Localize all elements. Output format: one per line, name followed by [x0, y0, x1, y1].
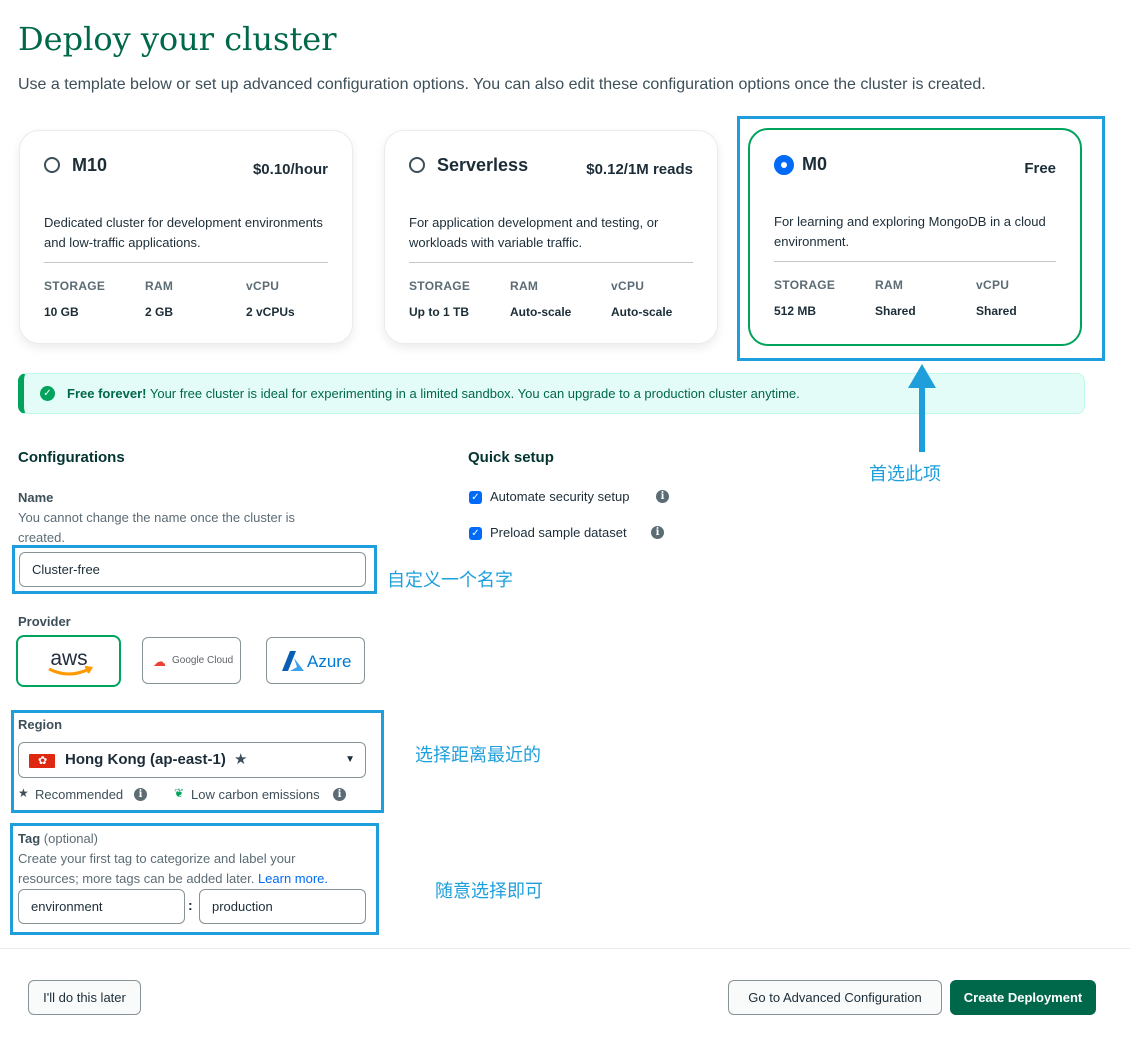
hong-kong-flag-icon: ✿	[29, 754, 55, 768]
arrow-up-icon	[908, 364, 936, 452]
svg-text:aws: aws	[50, 647, 87, 670]
card-price: $0.12/1M reads	[586, 161, 693, 178]
google-cloud-label: Google Cloud	[172, 655, 234, 666]
provider-azure-button[interactable]: Azure	[266, 637, 365, 684]
checkmark-icon: ✓	[40, 386, 55, 401]
name-help-text: You cannot change the name once the clus…	[18, 510, 296, 545]
checkbox-automate-security[interactable]: ✓	[469, 491, 482, 504]
spec-label: vCPU	[246, 279, 280, 293]
provider-label: Provider	[18, 614, 71, 629]
card-divider	[44, 262, 328, 263]
tier-card-serverless[interactable]: Serverless $0.12/1M reads For applicatio…	[384, 130, 718, 344]
region-value: Hong Kong (ap-east-1)	[65, 751, 226, 768]
spec-value: Up to 1 TB	[409, 305, 469, 319]
annotation-preferred: 首选此项	[869, 464, 941, 485]
spec-label: RAM	[145, 279, 174, 293]
radio-serverless[interactable]	[409, 157, 425, 173]
spec-value: 2 vCPUs	[246, 305, 295, 319]
google-cloud-logo-icon: ☁	[153, 654, 166, 669]
low-carbon-text: Low carbon emissions	[191, 787, 320, 802]
leaf-icon: ❦	[174, 786, 185, 800]
chevron-down-icon: ▼	[345, 754, 355, 765]
region-select[interactable]: ✿ Hong Kong (ap-east-1) ★ ▼	[18, 742, 366, 778]
annotation-custom-name: 自定义一个名字	[387, 570, 513, 591]
learn-more-link[interactable]: Learn more.	[258, 871, 328, 886]
star-icon: ★	[18, 786, 29, 800]
spec-value: 2 GB	[145, 305, 174, 319]
card-name: Serverless	[437, 155, 529, 175]
tier-card-m10[interactable]: M10 $0.10/hour Dedicated cluster for dev…	[19, 130, 353, 344]
automate-security-label: Automate security setup	[490, 489, 630, 504]
annotation-any: 随意选择即可	[435, 881, 543, 902]
card-price: $0.10/hour	[252, 161, 328, 178]
cluster-name-input[interactable]: Cluster-free	[19, 552, 366, 587]
spec-label: STORAGE	[44, 279, 106, 293]
info-icon[interactable]: i	[333, 788, 346, 801]
radio-m10[interactable]	[44, 157, 60, 173]
tag-value-input[interactable]: production	[199, 889, 366, 924]
preload-dataset-label: Preload sample dataset	[490, 525, 627, 540]
card-divider	[409, 262, 693, 263]
card-description: Dedicated cluster for development enviro…	[44, 215, 323, 250]
provider-aws-button[interactable]: aws	[16, 635, 121, 687]
tag-label: Tag	[18, 831, 41, 846]
info-icon[interactable]: i	[134, 788, 147, 801]
highlight-box-m0	[737, 116, 1105, 361]
configurations-heading: Configurations	[18, 449, 125, 466]
create-deployment-button[interactable]: Create Deployment	[950, 980, 1096, 1015]
provider-google-cloud-button[interactable]: ☁ Google Cloud	[142, 637, 241, 684]
tag-help-text: Create your first tag to categorize and …	[18, 851, 329, 886]
azure-label: Azure	[307, 652, 352, 671]
checkbox-preload-dataset[interactable]: ✓	[469, 527, 482, 540]
spec-value: Auto-scale	[611, 305, 673, 319]
do-later-button[interactable]: I'll do this later	[28, 980, 141, 1015]
spec-label: vCPU	[611, 279, 645, 293]
info-icon[interactable]: i	[651, 526, 664, 539]
tag-separator: :	[188, 897, 193, 913]
star-icon: ★	[234, 751, 248, 768]
spec-label: RAM	[510, 279, 539, 293]
tag-optional: (optional)	[43, 831, 98, 846]
annotation-nearest: 选择距离最近的	[415, 745, 541, 766]
advanced-configuration-button[interactable]: Go to Advanced Configuration	[728, 980, 942, 1015]
aws-logo-icon: aws	[47, 647, 93, 676]
name-label: Name	[18, 490, 54, 505]
tag-key-input[interactable]: environment	[18, 889, 185, 924]
page-title: Deploy your cluster	[18, 20, 337, 58]
azure-logo-icon	[282, 651, 304, 671]
tag-label-row: Tag (optional)	[18, 831, 98, 846]
spec-label: STORAGE	[409, 279, 471, 293]
spec-value: Auto-scale	[510, 305, 572, 319]
quick-setup-heading: Quick setup	[468, 449, 554, 466]
spec-value: 10 GB	[44, 305, 79, 319]
card-description: For application development and testing,…	[409, 215, 659, 250]
region-label: Region	[18, 717, 63, 732]
banner-text: Free forever! Your free cluster is ideal…	[67, 386, 800, 401]
card-name: M10	[72, 155, 108, 175]
recommended-text: Recommended	[35, 787, 124, 802]
info-icon[interactable]: i	[656, 490, 669, 503]
page-subtitle: Use a template below or set up advanced …	[18, 76, 986, 93]
footer-divider	[0, 948, 1130, 949]
